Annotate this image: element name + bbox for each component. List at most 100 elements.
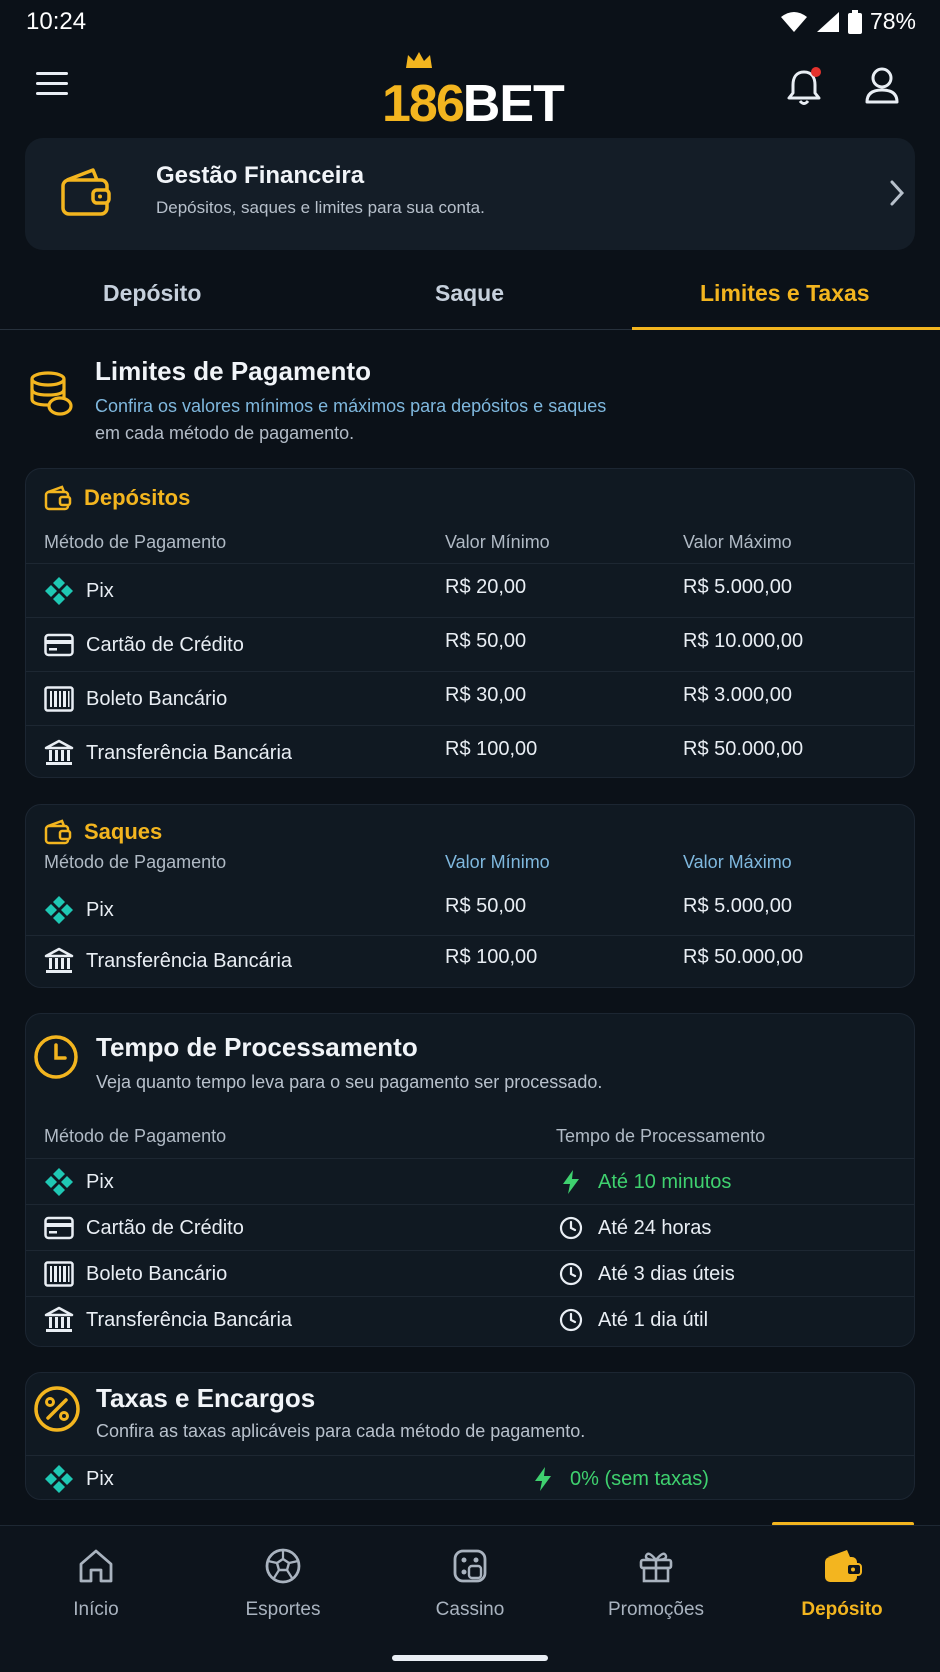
max-value: R$ 5.000,00 — [683, 895, 792, 917]
clock-icon — [556, 1213, 586, 1243]
crown-icon — [406, 52, 432, 68]
financial-title: Gestão Financeira — [156, 162, 365, 189]
tab-saque[interactable]: Saque — [435, 280, 504, 307]
soccer-ball-icon — [265, 1548, 301, 1584]
financial-management-card[interactable]: Gestão Financeira Depósitos, saques e li… — [25, 138, 915, 250]
tab-bar: Depósito Saque Limites e Taxas — [0, 260, 940, 330]
method-name: Cartão de Crédito — [86, 633, 244, 656]
withdrawals-card: Saques Método de Pagamento Valor Mínimo … — [25, 804, 915, 988]
coins-icon — [30, 371, 73, 416]
table-row: Pix 0% (sem taxas) — [26, 1455, 914, 1499]
nav-label: Início — [73, 1599, 119, 1620]
nav-label: Cassino — [435, 1599, 505, 1620]
nav-label: Esportes — [245, 1599, 321, 1620]
logo-number: 186 — [382, 75, 465, 133]
column-method: Método de Pagamento — [44, 852, 227, 872]
table-row: Transferência Bancária R$ 100,00 R$ 50.0… — [26, 725, 914, 777]
menu-button[interactable] — [36, 70, 74, 108]
table-row: Transferência Bancária Até 1 dia útil — [26, 1296, 914, 1346]
active-tab-indicator — [632, 327, 940, 330]
method-name: Transferência Bancária — [86, 949, 293, 972]
column-min: Valor Mínimo — [445, 852, 550, 872]
processing-time: Até 10 minutos — [598, 1170, 732, 1193]
nav-promocoes[interactable]: Promoções — [586, 1546, 726, 1621]
limits-subtitle-line2: em cada método de pagamento. — [95, 423, 355, 443]
min-value: R$ 100,00 — [445, 738, 538, 760]
fees-subtitle: Confira as taxas aplicáveis para cada mé… — [96, 1421, 586, 1441]
column-max: Valor Máximo — [683, 852, 792, 872]
method-name: Pix — [86, 1467, 114, 1490]
processing-time: Até 3 dias úteis — [598, 1262, 735, 1285]
nav-label: Promoções — [607, 1599, 705, 1620]
column-min: Valor Mínimo — [445, 532, 550, 552]
battery-level: 78% — [869, 8, 916, 34]
gift-icon — [639, 1552, 673, 1583]
pix-icon — [44, 1167, 74, 1197]
hamburger-icon — [36, 72, 68, 95]
nav-esportes[interactable]: Esportes — [213, 1546, 353, 1621]
min-value: R$ 30,00 — [445, 684, 527, 706]
table-row: Pix R$ 20,00 R$ 5.000,00 — [26, 563, 914, 617]
method-name: Transferência Bancária — [86, 741, 293, 764]
lightning-icon — [528, 1464, 558, 1494]
wallet-icon — [825, 1550, 862, 1582]
app-bar: 186 BET — [0, 44, 940, 134]
deposits-card: Depósitos Método de Pagamento Valor Míni… — [25, 468, 915, 778]
tab-limites-e-taxas[interactable]: Limites e Taxas — [700, 280, 870, 307]
method-name: Pix — [86, 898, 114, 921]
wifi-icon — [780, 11, 807, 32]
bottom-navigation: Início Esportes Cassino Promoções Depósi… — [0, 1525, 940, 1672]
table-row: Pix R$ 50,00 R$ 5.000,00 — [26, 883, 914, 935]
battery-icon — [847, 9, 862, 34]
max-value: R$ 3.000,00 — [683, 684, 792, 706]
nav-label: Depósito — [801, 1599, 883, 1620]
method-name: Boleto Bancário — [86, 687, 228, 710]
withdrawals-header: Saques — [44, 819, 162, 845]
limits-subtitle-line1: Confira os valores mínimos e máximos par… — [95, 396, 607, 416]
min-value: R$ 50,00 — [445, 895, 527, 917]
status-bar: 10:24 78% — [0, 0, 940, 44]
financial-subtitle: Depósitos, saques e limites para sua con… — [156, 198, 485, 217]
min-value: R$ 100,00 — [445, 946, 538, 968]
barcode-icon — [44, 1259, 74, 1289]
bell-icon — [787, 67, 821, 105]
credit-card-icon — [44, 1213, 74, 1243]
profile-button[interactable] — [862, 64, 902, 108]
pix-icon — [44, 576, 74, 606]
processing-subtitle: Veja quanto tempo leva para o seu pagame… — [96, 1072, 603, 1092]
wallet-icon — [44, 485, 72, 511]
nav-deposito[interactable]: Depósito — [772, 1546, 912, 1621]
column-method: Método de Pagamento — [44, 1126, 227, 1146]
chevron-right-icon — [890, 180, 905, 206]
home-gesture-indicator[interactable] — [392, 1655, 548, 1661]
percent-icon — [34, 1386, 80, 1432]
processing-time: Até 24 horas — [598, 1216, 712, 1239]
signal-icon — [816, 11, 839, 32]
table-row: Boleto Bancário Até 3 dias úteis — [26, 1250, 914, 1296]
clock-icon — [34, 1035, 78, 1079]
lightning-icon — [556, 1167, 586, 1197]
fee-value: 0% (sem taxas) — [570, 1467, 709, 1490]
wallet-icon — [61, 168, 111, 216]
barcode-icon — [44, 684, 74, 714]
processing-time-card: Tempo de Processamento Veja quanto tempo… — [25, 1013, 915, 1347]
method-name: Boleto Bancário — [86, 1262, 228, 1285]
max-value: R$ 50.000,00 — [683, 738, 804, 760]
nav-inicio[interactable]: Início — [26, 1546, 166, 1621]
column-method: Método de Pagamento — [44, 532, 227, 552]
home-icon — [79, 1549, 113, 1583]
limits-title: Limites de Pagamento — [95, 356, 371, 386]
credit-card-icon — [44, 630, 74, 660]
nav-cassino[interactable]: Cassino — [400, 1546, 540, 1621]
brand-logo[interactable]: 186 BET — [382, 70, 565, 133]
tab-deposito[interactable]: Depósito — [103, 280, 201, 307]
wallet-icon — [44, 819, 72, 845]
notifications-button[interactable] — [784, 64, 824, 108]
table-row: Pix Até 10 minutos — [26, 1158, 914, 1204]
bank-icon — [44, 738, 74, 768]
processing-time: Até 1 dia útil — [598, 1308, 709, 1331]
table-row: Cartão de Crédito R$ 50,00 R$ 10.000,00 — [26, 617, 914, 671]
max-value: R$ 10.000,00 — [683, 630, 804, 652]
user-icon — [865, 67, 899, 104]
method-name: Pix — [86, 1170, 114, 1193]
